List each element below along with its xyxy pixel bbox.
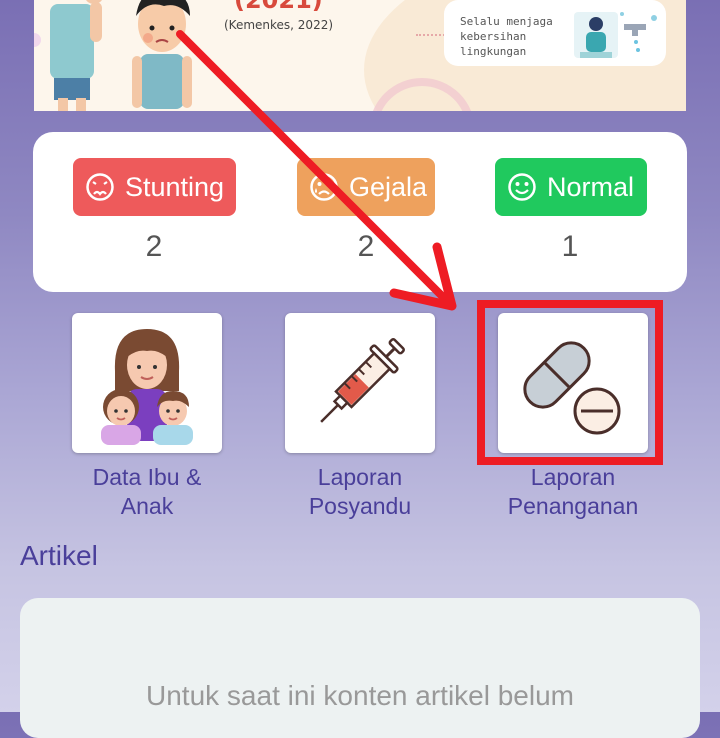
info-banner[interactable]: (2021) (Kemenkes, 2022) Selalu menjaga k… [34, 0, 686, 111]
normal-label: Normal [547, 171, 635, 202]
laporan-posyandu-label: Laporan Posyandu [308, 464, 412, 519]
smile-face-icon [508, 173, 536, 201]
children-illustration [34, 0, 192, 111]
gejala-label: Gejala [349, 171, 428, 202]
articles-empty-message: Untuk saat ini konten artikel belum [146, 680, 574, 711]
banner-source: (Kemenkes, 2022) [224, 18, 334, 32]
annotation-highlight-box [477, 300, 663, 465]
hygiene-tip-card: Selalu menjaga kebersihan lingkungan [444, 0, 666, 66]
stunting-label: Stunting [125, 171, 225, 202]
stunting-count: 2 [145, 230, 163, 263]
handwashing-illustration [574, 12, 657, 58]
mother-children-icon [101, 329, 193, 445]
articles-heading: Artikel [20, 540, 98, 571]
articles-card: Untuk saat ini konten artikel belum [20, 598, 700, 738]
data-ibu-anak-button[interactable] [72, 313, 222, 453]
data-ibu-anak-label: Data Ibu & Anak [92, 464, 202, 519]
stunting-summary-card: Stunting Gejala Normal 2 2 1 [33, 132, 687, 292]
normal-count: 1 [561, 230, 579, 263]
laporan-posyandu-button[interactable] [285, 313, 435, 453]
laporan-penanganan-label: Laporan Penanganan [507, 464, 639, 519]
stunting-badge[interactable]: Stunting [73, 158, 236, 216]
gejala-count: 2 [357, 230, 375, 263]
sad-face-icon [86, 173, 114, 201]
banner-year: (2021) [234, 0, 323, 14]
worried-face-icon [310, 173, 338, 201]
tip-text: Selalu menjaga kebersihan lingkungan [460, 15, 553, 58]
syringe-icon [320, 338, 405, 423]
normal-badge[interactable]: Normal [495, 158, 647, 216]
gejala-badge[interactable]: Gejala [297, 158, 435, 216]
